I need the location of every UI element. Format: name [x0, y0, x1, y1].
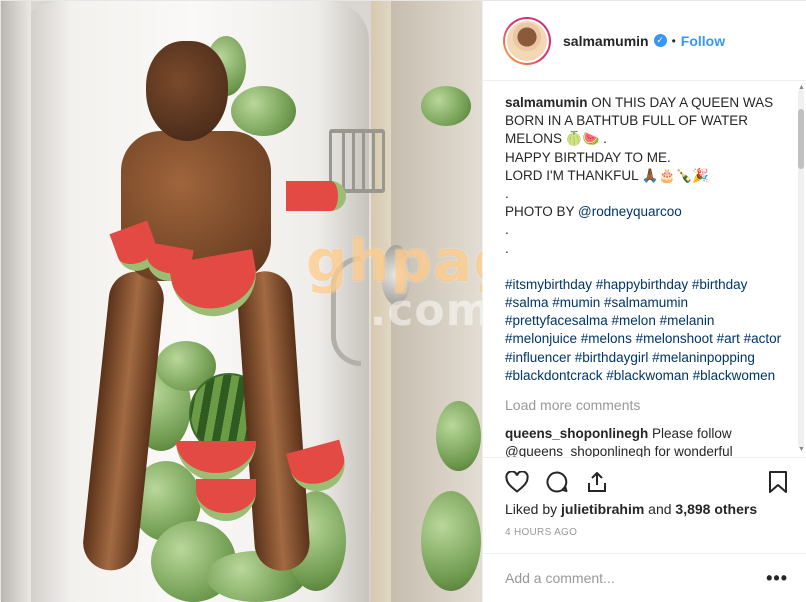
add-comment-bar: ••• — [483, 553, 806, 602]
head — [146, 41, 228, 141]
watermelon — [436, 401, 481, 471]
follow-button[interactable]: Follow — [681, 33, 725, 49]
post-header: salmamumin ✓ • Follow — [483, 1, 806, 81]
post-photo[interactable]: ghpage .com — [1, 1, 482, 602]
caption-line-3: LORD I'M THANKFUL 🙏🏾🎂🍾🎉 — [505, 167, 710, 183]
likes-joiner: and — [648, 501, 672, 517]
load-more-comments-button[interactable]: Load more comments — [505, 397, 788, 413]
bathtub-edge — [1, 1, 31, 602]
bookmark-icon[interactable] — [764, 468, 792, 496]
scrollbar-thumb[interactable] — [798, 109, 804, 169]
faucet — [331, 256, 361, 366]
caption-line-2: HAPPY BIRTHDAY TO ME. — [505, 149, 671, 165]
watermelon-slice — [286, 181, 346, 211]
scroll-down-arrow-icon[interactable]: ▼ — [798, 446, 805, 453]
avatar-story-ring[interactable] — [503, 16, 551, 65]
watermelon — [421, 491, 481, 591]
photographer-mention[interactable]: @rodneyquarcoo — [578, 204, 682, 219]
avatar[interactable] — [505, 18, 549, 63]
instagram-post: ghpage .com salmamumin ✓ • Follow salmam… — [0, 0, 806, 602]
likes-prefix: Liked by — [505, 501, 558, 517]
post-sidebar: salmamumin ✓ • Follow salmamumin ON THIS… — [482, 1, 806, 602]
caption-line-7: . — [505, 240, 509, 256]
heart-icon[interactable] — [503, 468, 531, 496]
more-options-icon[interactable]: ••• — [766, 568, 788, 589]
comments-scrollbar[interactable] — [798, 89, 804, 449]
watermelon — [421, 86, 471, 126]
caption-photo-credit: PHOTO BY @rodneyquarcoo — [505, 203, 788, 221]
photo-by-label: PHOTO BY — [505, 204, 575, 220]
leg-right — [235, 269, 312, 573]
comments-area: salmamumin ON THIS DAY A QUEEN WAS BORN … — [483, 82, 806, 457]
action-bar — [483, 457, 806, 505]
caption-line-4: . — [505, 186, 509, 202]
caption-username[interactable]: salmamumin — [505, 95, 588, 110]
comment-item: queens_shoponlinegh Please follow @queen… — [505, 425, 788, 457]
comment-icon[interactable] — [543, 468, 571, 496]
post-timestamp[interactable]: 4 HOURS AGO — [505, 527, 577, 538]
likes-summary: Liked by julietibrahim and 3,898 others — [505, 501, 757, 517]
likes-count[interactable]: 3,898 others — [675, 501, 757, 517]
verified-badge-icon: ✓ — [653, 34, 667, 47]
caption-hashtags[interactable]: #itsmybirthday #happybirthday #birthday … — [505, 276, 788, 385]
faucet-knob — [381, 245, 411, 305]
header-username[interactable]: salmamumin — [563, 33, 649, 49]
comment-username[interactable]: queens_shoponlinegh — [505, 426, 648, 441]
share-icon[interactable] — [583, 468, 611, 496]
post-caption: salmamumin ON THIS DAY A QUEEN WAS BORN … — [505, 94, 788, 385]
liked-by-user[interactable]: julietibrahim — [561, 501, 644, 517]
add-comment-input[interactable] — [505, 570, 767, 586]
header-separator: • — [671, 33, 676, 48]
caption-line-6: . — [505, 222, 509, 238]
